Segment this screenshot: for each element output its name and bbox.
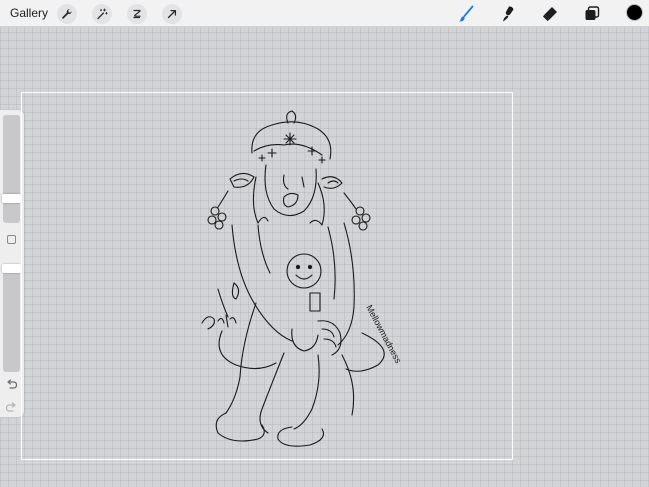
magic-wand-icon (97, 8, 108, 20)
transform-button[interactable] (162, 4, 182, 24)
smudge-button[interactable] (498, 4, 518, 24)
redo-icon (5, 402, 16, 412)
redo-button[interactable] (5, 400, 18, 412)
selection-icon (133, 9, 141, 19)
brush-size-slider[interactable] (2, 115, 21, 223)
undo-button[interactable] (5, 377, 18, 389)
adjustments-button[interactable] (92, 4, 112, 24)
opacity-thumb[interactable] (2, 264, 21, 273)
color-swatch[interactable] (626, 4, 643, 21)
procreate-app: Gallery Mellowmadness (0, 0, 649, 487)
opacity-slider[interactable] (2, 264, 21, 372)
layers-icon (585, 6, 600, 20)
brush-icon (459, 5, 474, 22)
paint-button[interactable] (456, 4, 476, 24)
wrench-icon (62, 9, 72, 19)
eraser-icon (543, 7, 557, 21)
drawing-canvas[interactable]: Mellowmadness (21, 92, 513, 460)
smudge-icon (503, 6, 514, 22)
erase-button[interactable] (540, 4, 560, 24)
top-toolbar: Gallery (0, 0, 649, 27)
selection-button[interactable] (127, 4, 147, 24)
modify-button[interactable] (7, 235, 16, 244)
transform-arrow-icon (167, 9, 177, 19)
layers-button[interactable] (582, 4, 602, 24)
actions-button[interactable] (57, 4, 77, 24)
brush-size-thumb[interactable] (2, 194, 21, 203)
gallery-button[interactable]: Gallery (10, 6, 48, 21)
character-sketch: Mellowmadness (201, 110, 404, 447)
undo-icon (7, 379, 18, 389)
